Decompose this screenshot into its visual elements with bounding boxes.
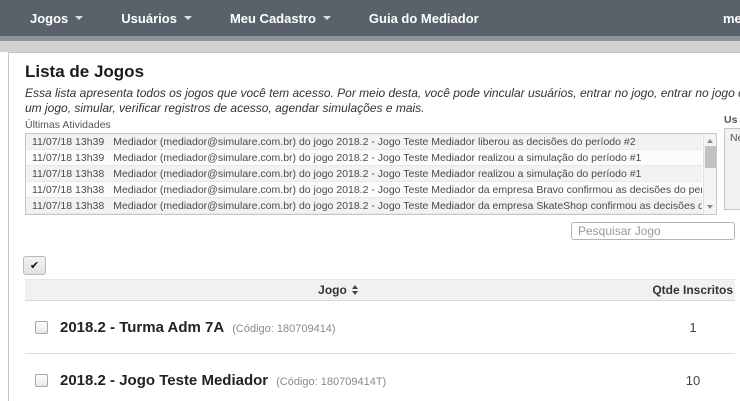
column-header-jogo[interactable]: Jogo: [25, 283, 651, 297]
nav-item-label: Meu Cadastro: [230, 11, 316, 26]
nav-item-label: Guia do Mediador: [369, 11, 479, 26]
activity-text: Mediador (mediador@simulare.com.br) do j…: [113, 200, 702, 212]
activity-text: Mediador (mediador@simulare.com.br) do j…: [113, 184, 702, 196]
page-description-line2: um jogo, simular, verificar registros de…: [25, 101, 740, 116]
users-panel-listbox: Ne: [724, 128, 740, 210]
activity-time: 11/07/18 13h38: [32, 200, 104, 212]
activity-row: 11/07/18 13h39 Mediador (mediador@simula…: [26, 134, 702, 150]
table-header: Jogo Qtde Inscritos: [25, 279, 735, 301]
search-input[interactable]: [571, 222, 735, 240]
check-icon: ✔: [30, 259, 39, 272]
users-panel-label: Us: [724, 114, 740, 127]
nav-item-label: Jogos: [30, 11, 68, 26]
column-header-qtde-inscritos: Qtde Inscritos: [651, 283, 735, 297]
nav-item-label: Usuários: [121, 11, 177, 26]
activity-row: 11/07/18 13h38 Mediador (mediador@simula…: [26, 182, 702, 198]
users-panel-truncated: Us Ne: [724, 114, 740, 210]
games-table: Jogo Qtde Inscritos 2018.2 - Turma Adm 7…: [25, 279, 735, 401]
nav-item-guia-do-mediador[interactable]: Guia do Mediador: [369, 11, 479, 26]
main-panel: Lista de Jogos Essa lista apresenta todo…: [8, 52, 740, 401]
game-title: 2018.2 - Jogo Teste Mediador: [60, 372, 268, 389]
activity-row: 11/07/18 13h38 Mediador (mediador@simula…: [26, 198, 702, 214]
chevron-down-icon: [323, 16, 331, 20]
activities-label: Últimas Atividades: [25, 119, 740, 132]
table-row: 2018.2 - Jogo Teste Mediador (Código: 18…: [25, 354, 735, 401]
scroll-down-icon[interactable]: [707, 205, 713, 209]
nav-item-usuarios[interactable]: Usuários: [121, 11, 192, 26]
activity-time: 11/07/18 13h38: [32, 168, 104, 180]
game-title: 2018.2 - Turma Adm 7A: [60, 319, 224, 336]
activity-time: 11/07/18 13h39: [32, 152, 104, 164]
game-code: (Código: 180709414T): [276, 376, 386, 388]
activity-text: Mediador (mediador@simulare.com.br) do j…: [113, 168, 641, 180]
column-header-jogo-label: Jogo: [318, 283, 347, 297]
row-checkbox[interactable]: [35, 321, 48, 334]
select-all-button[interactable]: ✔: [23, 256, 46, 275]
game-code: (Código: 180709414): [232, 323, 335, 335]
page-background-strip: [0, 41, 740, 52]
activity-text: Mediador (mediador@simulare.com.br) do j…: [113, 152, 641, 164]
activity-time: 11/07/18 13h38: [32, 184, 104, 196]
activities-listbox: 11/07/18 13h39 Mediador (mediador@simula…: [25, 133, 717, 215]
users-panel-content: Ne: [730, 132, 740, 144]
chevron-down-icon: [184, 16, 192, 20]
nav-item-user-menu[interactable]: me: [723, 0, 740, 36]
table-row: 2018.2 - Turma Adm 7A (Código: 180709414…: [25, 301, 735, 354]
activity-text: Mediador (mediador@simulare.com.br) do j…: [113, 136, 635, 148]
game-qty: 1: [651, 320, 735, 335]
nav-item-meu-cadastro[interactable]: Meu Cadastro: [230, 11, 331, 26]
row-checkbox[interactable]: [35, 374, 48, 387]
sort-icon: [352, 285, 358, 295]
activity-row: 11/07/18 13h38 Mediador (mediador@simula…: [26, 166, 702, 182]
top-navbar: Jogos Usuários Meu Cadastro Guia do Medi…: [0, 0, 740, 36]
scrollbar-thumb[interactable]: [705, 146, 716, 168]
activities-scrollbar[interactable]: [703, 134, 716, 214]
activity-time: 11/07/18 13h39: [32, 136, 104, 148]
nav-item-jogos[interactable]: Jogos: [30, 11, 83, 26]
page-title: Lista de Jogos: [25, 63, 740, 81]
game-qty: 10: [651, 373, 735, 388]
activity-row: 11/07/18 13h39 Mediador (mediador@simula…: [26, 150, 702, 166]
nav-user-label: me: [723, 11, 740, 26]
page-description-line1: Essa lista apresenta todos os jogos que …: [25, 86, 740, 101]
scroll-up-icon[interactable]: [707, 139, 713, 143]
chevron-down-icon: [75, 16, 83, 20]
